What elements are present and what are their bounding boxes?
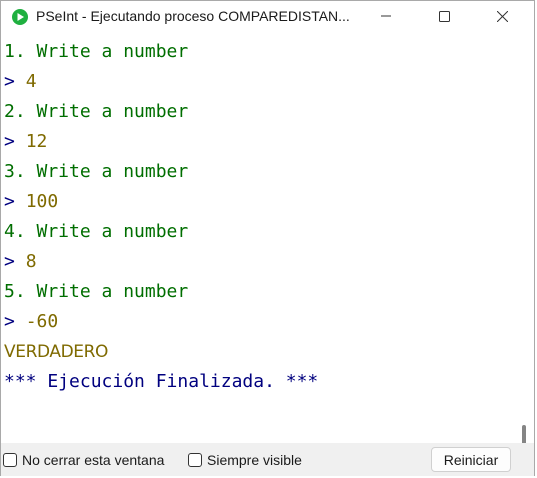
console-question-line: 4. Write a number xyxy=(4,221,189,242)
close-button[interactable] xyxy=(479,1,525,31)
window-title: PSeInt - Ejecutando proceso COMPAREDISTA… xyxy=(36,8,350,24)
pseint-execution-window: PSeInt - Ejecutando proceso COMPAREDISTA… xyxy=(0,0,535,476)
console-output[interactable]: 1. Write a number > 4 2. Write a number … xyxy=(1,35,516,443)
input-prompt: > xyxy=(4,251,26,272)
minimize-button[interactable] xyxy=(363,1,409,31)
input-value: 12 xyxy=(25,131,48,152)
input-value: 4 xyxy=(25,71,37,92)
console-input-line: > 4 xyxy=(4,67,37,97)
maximize-icon xyxy=(438,10,450,22)
close-icon xyxy=(496,10,508,22)
input-value: 8 xyxy=(25,251,37,272)
input-value: 100 xyxy=(25,191,59,212)
console-input-line: > 8 xyxy=(4,247,37,277)
console-input-line: > 100 xyxy=(4,187,58,217)
siempre-visible-checkbox[interactable]: Siempre visible xyxy=(188,452,302,468)
maximize-button[interactable] xyxy=(421,1,467,31)
checkbox-icon[interactable] xyxy=(3,453,17,467)
console-question-line: 2. Write a number xyxy=(4,101,189,122)
console-question-line: 1. Write a number xyxy=(4,41,189,62)
bottom-toolbar: No cerrar esta ventana Siempre visible R… xyxy=(1,443,534,476)
reiniciar-button[interactable]: Reiniciar xyxy=(431,447,511,472)
vertical-scrollbar[interactable] xyxy=(516,35,534,454)
console-result-line: VERDADERO xyxy=(4,342,109,362)
minimize-icon xyxy=(381,11,391,21)
console-question-line: 3. Write a number xyxy=(4,161,189,182)
checkbox-icon[interactable] xyxy=(188,453,202,467)
execution-finished-message: *** Ejecución Finalizada. *** xyxy=(4,371,319,392)
no-cerrar-checkbox[interactable]: No cerrar esta ventana xyxy=(3,452,164,468)
input-prompt: > xyxy=(4,311,26,332)
console-input-line: > 12 xyxy=(4,127,47,157)
console-input-line: > -60 xyxy=(4,307,58,337)
input-prompt: > xyxy=(4,131,26,152)
input-prompt: > xyxy=(4,71,26,92)
pseint-logo-icon xyxy=(12,9,28,25)
siempre-visible-label: Siempre visible xyxy=(207,452,302,468)
title-bar[interactable]: PSeInt - Ejecutando proceso COMPAREDISTA… xyxy=(1,1,534,33)
input-prompt: > xyxy=(4,191,26,212)
console-question-line: 5. Write a number xyxy=(4,281,189,302)
no-cerrar-label: No cerrar esta ventana xyxy=(22,452,165,468)
input-value: -60 xyxy=(25,311,59,332)
